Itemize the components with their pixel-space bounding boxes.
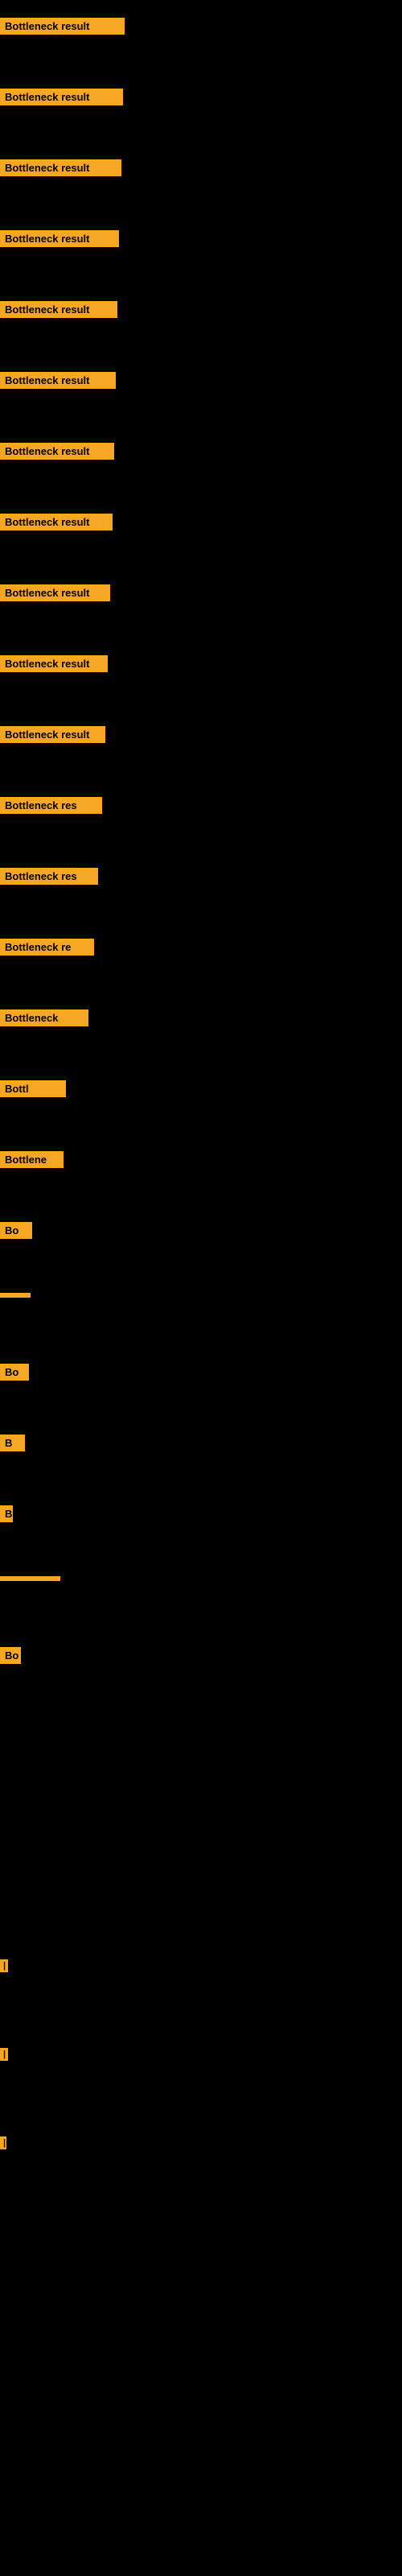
result-row: Bottleneck res (0, 863, 402, 934)
bottleneck-label[interactable]: Bottl (0, 1080, 66, 1097)
bottleneck-label[interactable] (0, 1576, 60, 1581)
result-row: Bottleneck re (0, 934, 402, 1005)
bottleneck-label[interactable]: Bottleneck result (0, 372, 116, 389)
result-row: Bottleneck result (0, 84, 402, 155)
result-row: Bottleneck result (0, 296, 402, 367)
result-row: Bottleneck (0, 1005, 402, 1075)
bottleneck-label[interactable]: Bottleneck result (0, 301, 117, 318)
small-result-row: | (0, 2132, 402, 2220)
bottleneck-label[interactable]: B (0, 1435, 25, 1451)
result-row: Bo (0, 1217, 402, 1288)
small-result-row: | (0, 1955, 402, 2043)
result-row: Bottleneck result (0, 367, 402, 438)
result-row: Bottleneck result (0, 13, 402, 84)
result-row: Bottleneck result (0, 438, 402, 509)
result-row: Bottleneck result (0, 155, 402, 225)
result-row (0, 1288, 402, 1359)
result-row: Bo (0, 1642, 402, 1713)
result-row: Bottleneck result (0, 225, 402, 296)
bottleneck-label[interactable]: Bottleneck res (0, 868, 98, 885)
result-row (0, 1571, 402, 1642)
result-row: Bottleneck res (0, 792, 402, 863)
bottleneck-label[interactable]: Bottleneck result (0, 514, 113, 530)
result-row: Bottleneck result (0, 509, 402, 580)
bottleneck-label[interactable]: Bo (0, 1222, 32, 1239)
small-bottleneck-label[interactable]: | (0, 2048, 8, 2061)
result-row: Bottleneck result (0, 650, 402, 721)
small-bottleneck-label[interactable]: | (0, 2136, 6, 2149)
result-row: Bottleneck result (0, 721, 402, 792)
bottleneck-label[interactable]: Bottleneck result (0, 159, 121, 176)
bottleneck-label[interactable]: Bottleneck result (0, 584, 110, 601)
bottleneck-label[interactable] (0, 1293, 31, 1298)
result-row: Bottlene (0, 1146, 402, 1217)
bottleneck-label[interactable]: Bo (0, 1647, 21, 1664)
small-bottleneck-label[interactable]: | (0, 1959, 8, 1972)
result-row: B (0, 1430, 402, 1501)
bottleneck-label[interactable]: Bottleneck result (0, 230, 119, 247)
bottleneck-label[interactable]: Bottleneck (0, 1009, 88, 1026)
bottleneck-label[interactable]: Bottleneck result (0, 726, 105, 743)
bottleneck-label[interactable]: Bottle (0, 1505, 13, 1522)
result-row: Bottl (0, 1075, 402, 1146)
blank-section-1 (0, 1713, 402, 1955)
result-row: Bottleneck result (0, 580, 402, 650)
bottleneck-label[interactable]: Bottleneck result (0, 655, 108, 672)
bottleneck-label[interactable]: Bottleneck re (0, 939, 94, 956)
bottleneck-label[interactable]: Bottlene (0, 1151, 64, 1168)
site-title (0, 0, 402, 13)
bottleneck-label[interactable]: Bottleneck result (0, 443, 114, 460)
small-result-row: | (0, 2043, 402, 2132)
result-row: Bo (0, 1359, 402, 1430)
bottleneck-label[interactable]: Bottleneck result (0, 89, 123, 105)
result-row: Bottle (0, 1501, 402, 1571)
bottleneck-label[interactable]: Bottleneck res (0, 797, 102, 814)
bottleneck-label[interactable]: Bo (0, 1364, 29, 1381)
bottleneck-label[interactable]: Bottleneck result (0, 18, 125, 35)
